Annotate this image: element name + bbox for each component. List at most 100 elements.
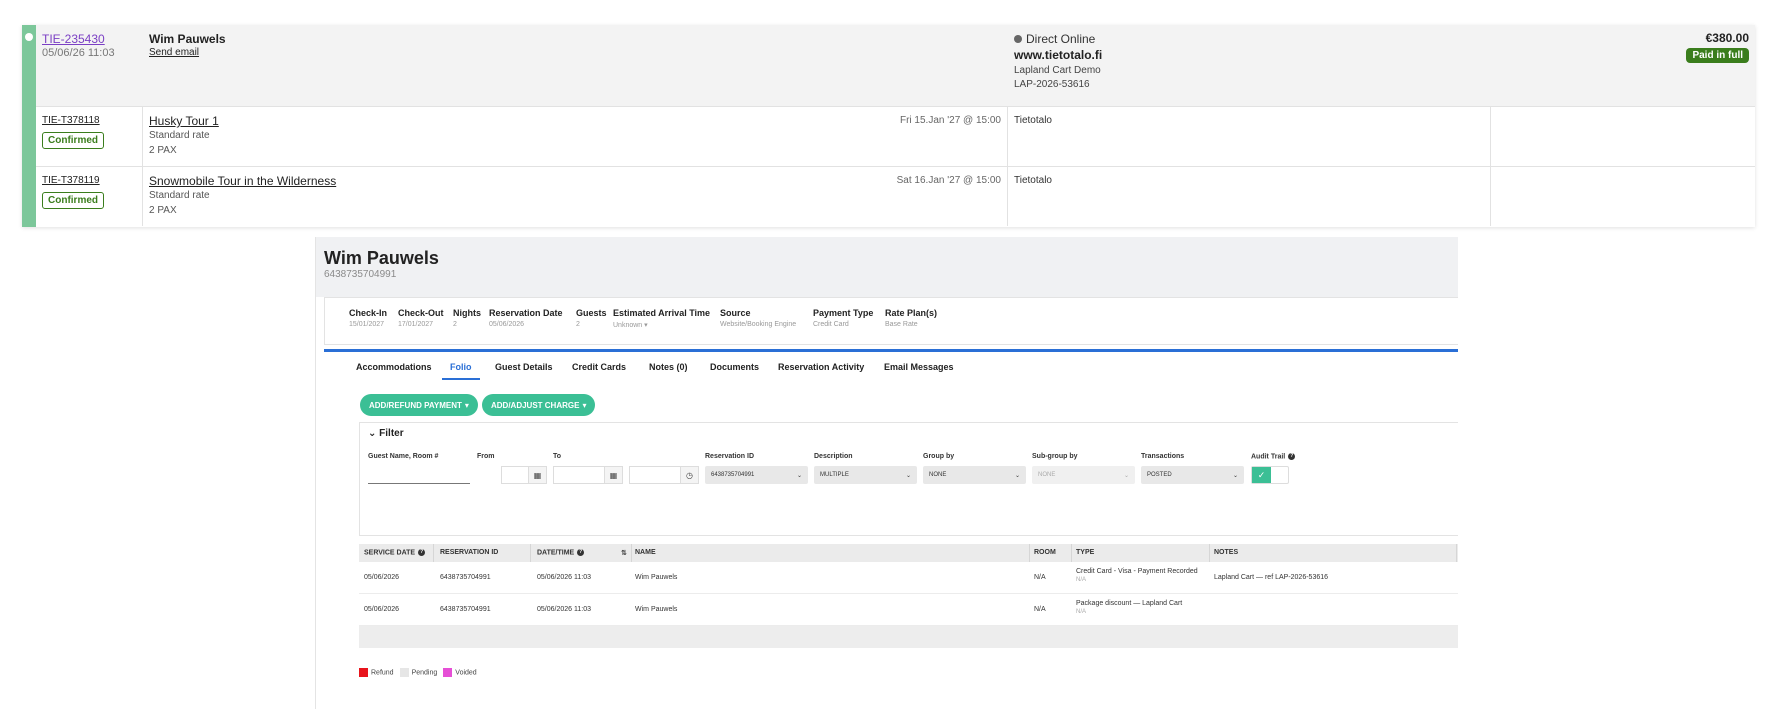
group-by-select[interactable]: NONE ⌄ <box>923 466 1026 484</box>
select-value: NONE <box>929 472 947 478</box>
item-datetime: Fri 15.Jan '27 @ 15:00 <box>899 115 1001 126</box>
cell-datetime: 05/06/2026 11:03 <box>537 606 591 613</box>
summary-value: 05/06/2026 <box>489 321 525 328</box>
sub-group-by-label: Sub-group by <box>1032 453 1078 460</box>
description-select[interactable]: MULTIPLE ⌄ <box>814 466 917 484</box>
channel-line: Direct Online <box>1014 32 1095 46</box>
col-name[interactable]: NAME <box>635 549 656 556</box>
item-datetime: Sat 16.Jan '27 @ 15:00 <box>896 175 1001 186</box>
item-pax: 2 PAX <box>149 145 177 156</box>
summary-value: 15/01/2027 <box>349 321 385 328</box>
summary-value: Website/Booking Engine <box>720 321 797 328</box>
time-input[interactable]: ◷ <box>629 466 699 484</box>
tab-reservation-activity[interactable]: Reservation Activity <box>778 362 864 378</box>
summary-value[interactable]: Unknown ▾ <box>613 321 710 329</box>
item-name-cell: Husky Tour 1 Standard rate 2 PAX Fri 15.… <box>143 107 1008 166</box>
col-service-date[interactable]: SERVICE DATE? <box>364 549 426 557</box>
booking-id-cell: TIE-235430 05/06/26 11:03 <box>36 25 143 106</box>
summary-rate-plans: Rate Plan(s) Base Rate <box>885 308 937 328</box>
send-email-link[interactable]: Send email <box>149 47 199 58</box>
table-row[interactable]: 05/06/2026 6438735704991 05/06/2026 11:0… <box>359 594 1458 626</box>
from-label: From <box>477 453 495 460</box>
help-icon[interactable]: ? <box>577 549 585 556</box>
chevron-down-icon: ⌄ <box>1123 472 1129 479</box>
item-location: Tietotalo <box>1014 175 1052 186</box>
summary-label: Payment Type <box>813 308 874 318</box>
calendar-icon[interactable]: ▦ <box>604 467 622 483</box>
column-divider <box>1029 544 1030 562</box>
col-notes[interactable]: NOTES <box>1214 549 1238 556</box>
item-id-link[interactable]: TIE-T378119 <box>42 175 100 186</box>
cell-name: Wim Pauwels <box>635 606 678 613</box>
item-amount-cell <box>1491 167 1755 226</box>
tab-notes[interactable]: Notes (0) <box>649 362 688 378</box>
col-room[interactable]: ROOM <box>1034 549 1056 556</box>
booking-channel: Direct Online <box>1026 32 1096 46</box>
booking-guest-cell: Wim Pauwels Send email <box>143 25 1008 106</box>
col-type[interactable]: TYPE <box>1076 549 1094 556</box>
tab-accommodations[interactable]: Accommodations <box>356 362 432 378</box>
sort-icon[interactable]: ⇅ <box>621 549 627 557</box>
description-label: Description <box>814 453 853 460</box>
summary-label: Rate Plan(s) <box>885 308 938 318</box>
to-date-input[interactable]: ▦ <box>553 466 623 484</box>
help-icon[interactable]: ? <box>1288 453 1296 460</box>
tab-guest-details[interactable]: Guest Details <box>495 362 553 378</box>
chevron-down-icon: ▾ <box>582 400 587 410</box>
column-label: DATE/TIME <box>537 549 575 557</box>
refund-swatch <box>359 668 368 677</box>
reservation-number-link[interactable]: TIE-235430 <box>42 32 105 46</box>
chevron-down-icon: ⌄ <box>1232 472 1238 479</box>
table-header: SERVICE DATE? RESERVATION ID DATE/TIME? … <box>359 544 1458 562</box>
tab-credit-cards[interactable]: Credit Cards <box>572 362 626 378</box>
summary-label: Reservation Date <box>489 308 563 318</box>
reservation-summary: Check-In 15/01/2027 Check-Out 17/01/2027… <box>324 297 1458 345</box>
item-name-cell: Snowmobile Tour in the Wilderness Standa… <box>143 167 1008 226</box>
filter-toggle[interactable]: ⌄ Filter <box>368 428 404 439</box>
col-datetime[interactable]: DATE/TIME? <box>537 549 585 557</box>
tab-documents[interactable]: Documents <box>710 362 759 378</box>
calendar-icon[interactable]: ▦ <box>528 467 546 483</box>
summary-arrival-time[interactable]: Estimated Arrival Time Unknown ▾ <box>613 308 710 329</box>
clock-icon[interactable]: ◷ <box>680 467 698 483</box>
summary-value: 17/01/2027 <box>398 321 434 328</box>
sub-group-by-select: NONE ⌄ <box>1032 466 1135 484</box>
group-by-label: Group by <box>923 453 955 460</box>
summary-label: Check-In <box>349 308 388 318</box>
cell-type: Package discount — Lapland Cart N/A <box>1076 600 1182 615</box>
summary-value: 2 <box>576 321 580 328</box>
cell-service-date: 05/06/2026 <box>364 574 400 581</box>
add-refund-payment-button[interactable]: ADD/REFUND PAYMENT ▾ <box>360 394 478 416</box>
transactions-select[interactable]: POSTED ⌄ <box>1141 466 1244 484</box>
add-adjust-charge-button[interactable]: ADD/ADJUST CHARGE ▾ <box>482 394 596 416</box>
item-rate: Standard rate <box>149 190 210 201</box>
summary-check-in: Check-In 15/01/2027 <box>349 308 387 328</box>
summary-reservation-date: Reservation Date 05/06/2026 <box>489 308 563 328</box>
tab-email-messages[interactable]: Email Messages <box>884 362 954 378</box>
audit-trail-text: Audit Trail <box>1251 453 1286 461</box>
item-name-link[interactable]: Snowmobile Tour in the Wilderness <box>149 174 336 188</box>
col-reservation-id[interactable]: RESERVATION ID <box>440 549 498 556</box>
voided-swatch <box>443 668 453 677</box>
summary-value: 2 <box>453 321 457 328</box>
status-badge: Confirmed <box>42 132 104 149</box>
summary-guests: Guests 2 <box>576 308 607 328</box>
item-name-link[interactable]: Husky Tour 1 <box>149 114 219 128</box>
help-icon[interactable]: ? <box>418 549 426 556</box>
reservation-id-select[interactable]: 6438735704991 ⌄ <box>705 466 808 484</box>
item-id-link[interactable]: TIE-T378118 <box>42 115 100 126</box>
audit-trail-toggle[interactable]: ✓ <box>1251 466 1289 484</box>
column-label: SERVICE DATE <box>364 549 416 557</box>
cell-notes: Lapland Cart — ref LAP-2026-53616 <box>1214 574 1329 581</box>
column-divider <box>1209 544 1210 562</box>
table-row[interactable]: 05/06/2026 6438735704991 05/06/2026 11:0… <box>359 562 1458 594</box>
item-id-cell: TIE-T378119 Confirmed <box>36 167 143 226</box>
tab-folio[interactable]: Folio <box>442 362 480 380</box>
guest-filter-input[interactable] <box>368 466 470 484</box>
check-icon: ✓ <box>1252 467 1271 483</box>
legend-label: Refund <box>371 669 394 677</box>
booking-item-row: TIE-T378118 Confirmed Husky Tour 1 Stand… <box>36 106 1755 166</box>
status-stripe <box>22 25 36 227</box>
from-date-input[interactable]: ▦ <box>501 466 547 484</box>
reservation-panel: Wim Pauwels 6438735704991 Check-In 15/01… <box>315 237 1458 709</box>
